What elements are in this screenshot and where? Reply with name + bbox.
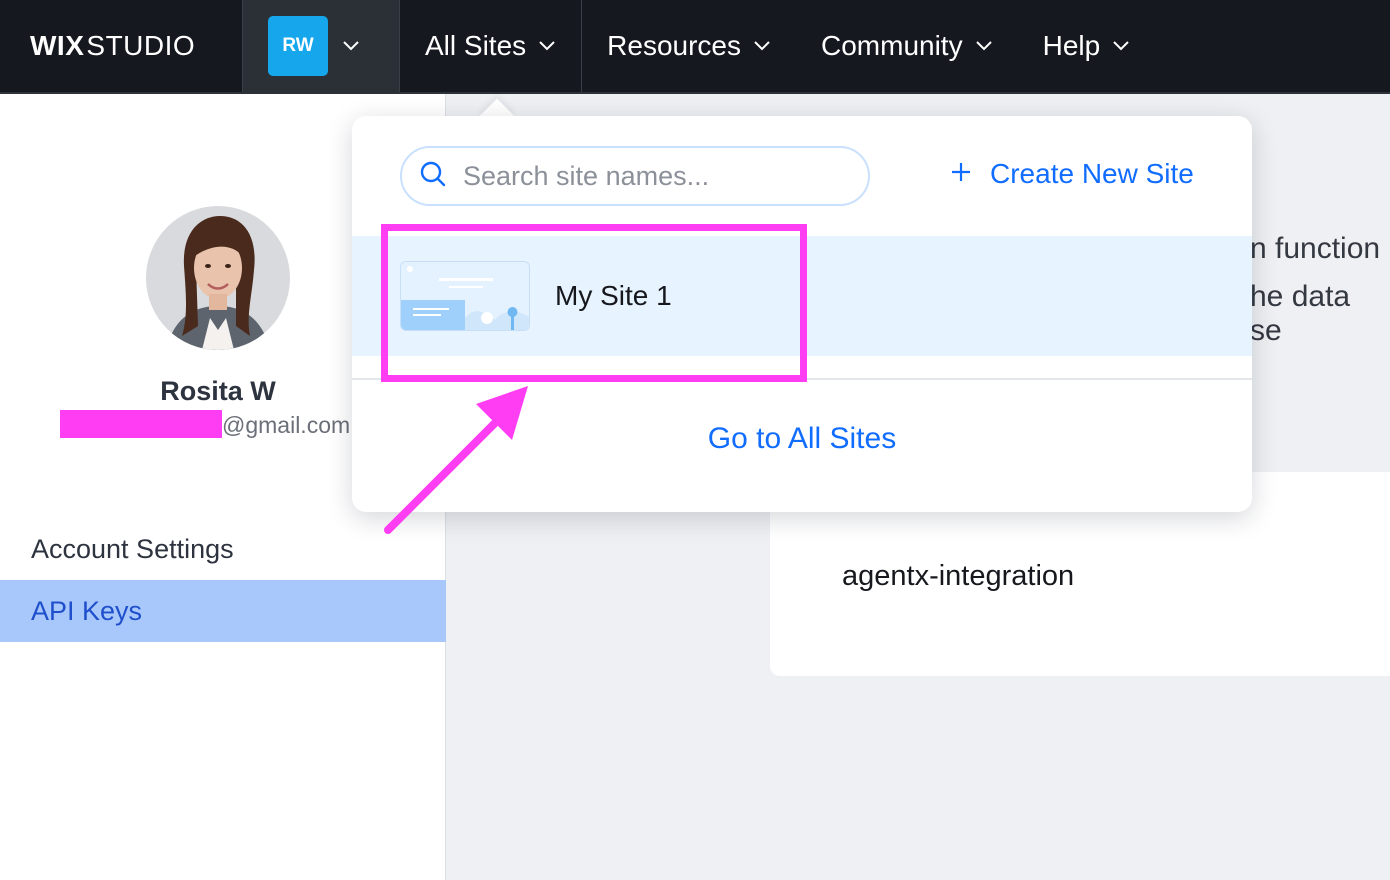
create-new-site-button[interactable]: Create New Site bbox=[950, 158, 1194, 190]
chevron-down-icon bbox=[753, 40, 771, 52]
go-to-all-sites-link[interactable]: Go to All Sites bbox=[352, 422, 1252, 456]
nav-help-label: Help bbox=[1042, 30, 1101, 61]
search-icon bbox=[419, 160, 447, 193]
background-text-line-1: n function bbox=[1250, 232, 1381, 265]
profile-email: @gmail.com bbox=[222, 412, 351, 438]
nav-help[interactable]: Help bbox=[1018, 0, 1156, 92]
chevron-down-icon bbox=[342, 40, 360, 52]
site-search-box[interactable] bbox=[400, 146, 870, 206]
nav-resources[interactable]: Resources bbox=[582, 0, 796, 92]
menu-api-keys[interactable]: API Keys bbox=[0, 580, 446, 642]
nav-all-sites-label: All Sites bbox=[425, 30, 527, 61]
chevron-down-icon bbox=[975, 40, 993, 52]
logo-wix-text: WIX bbox=[30, 30, 85, 61]
plus-icon bbox=[950, 158, 972, 190]
site-list-item[interactable]: My Site 1 bbox=[352, 236, 1252, 356]
nav-community[interactable]: Community bbox=[796, 0, 1018, 92]
account-switcher[interactable]: RW bbox=[243, 0, 400, 92]
go-to-all-sites-label: Go to All Sites bbox=[707, 422, 897, 455]
main-nav: All Sites Resources Community Help bbox=[400, 0, 1155, 92]
menu-api-keys-label: API Keys bbox=[31, 595, 143, 626]
create-new-site-label: Create New Site bbox=[990, 158, 1194, 189]
chevron-down-icon bbox=[1112, 40, 1130, 52]
chevron-down-icon bbox=[538, 40, 556, 52]
menu-account-settings-label: Account Settings bbox=[31, 533, 234, 564]
api-key-name: agentx-integration bbox=[842, 560, 1075, 592]
account-avatar: RW bbox=[268, 16, 328, 76]
top-navigation-bar: WIX STUDIO RW All Sites Resources Communi… bbox=[0, 0, 1390, 94]
wix-studio-logo[interactable]: WIX STUDIO bbox=[0, 0, 243, 92]
nav-resources-label: Resources bbox=[607, 30, 741, 61]
sites-dropdown: Create New Site My Site 1 Go to All Site… bbox=[352, 116, 1252, 512]
profile-photo bbox=[146, 206, 290, 350]
nav-all-sites[interactable]: All Sites bbox=[400, 0, 581, 92]
site-thumbnail bbox=[400, 261, 530, 331]
dropdown-divider bbox=[352, 378, 1252, 380]
background-text-line-2: he data se bbox=[1250, 280, 1351, 347]
site-search-input[interactable] bbox=[463, 160, 843, 192]
email-redaction bbox=[60, 410, 222, 438]
nav-community-label: Community bbox=[821, 30, 963, 61]
menu-account-settings[interactable]: Account Settings bbox=[0, 518, 446, 580]
logo-studio-text: STUDIO bbox=[86, 30, 196, 61]
site-name: My Site 1 bbox=[555, 280, 672, 311]
